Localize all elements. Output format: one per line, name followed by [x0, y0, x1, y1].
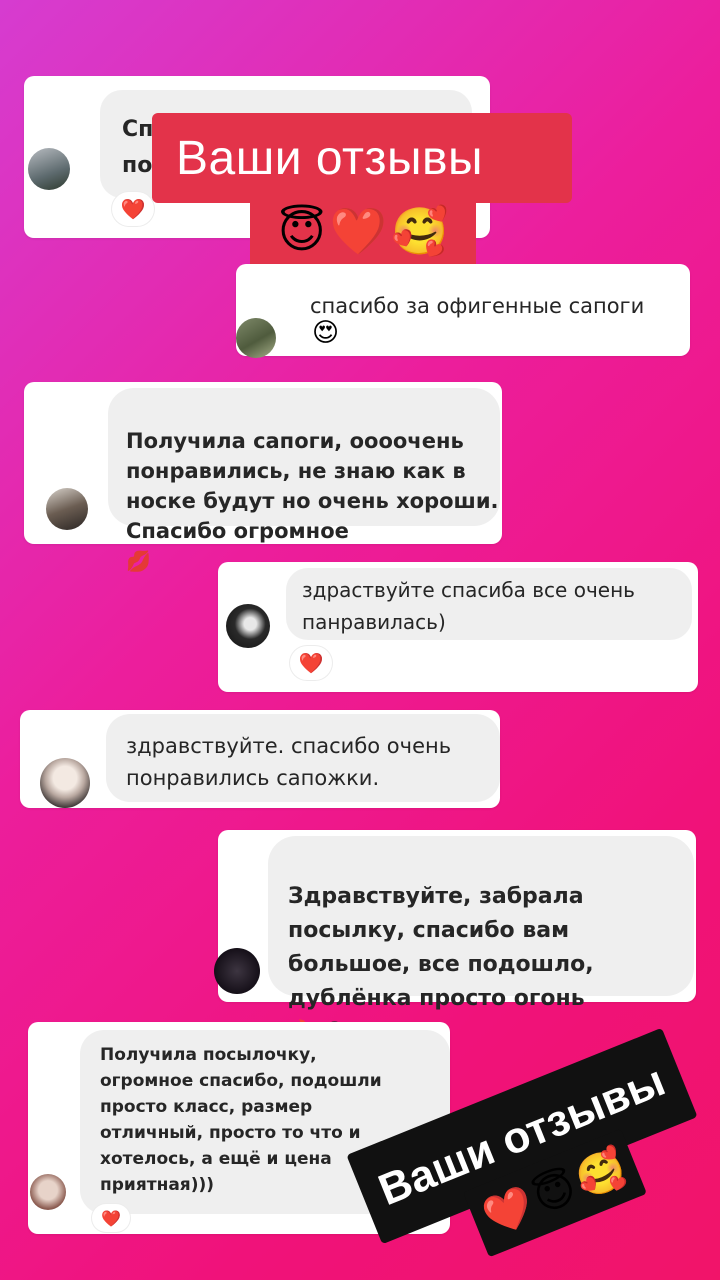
heart-reaction[interactable]: ❤️	[290, 646, 332, 680]
message-text: Здравствуйте, забрала посылку, спасибо в…	[288, 846, 594, 1050]
heart-icon: ❤️	[120, 197, 146, 221]
heart-icon: ❤️	[101, 1208, 121, 1228]
avatar[interactable]	[46, 488, 88, 530]
heart-emoji-icon: ❤️	[329, 204, 387, 258]
smiling-hearts-emoji-icon: 🥰	[569, 1143, 633, 1206]
message-text: спасибо за офигенные сапоги	[310, 294, 645, 318]
angel-emoji-icon: 😇	[277, 204, 326, 258]
heart-reaction[interactable]: ❤️	[112, 192, 154, 226]
review-card: Здравствуйте, забрала посылку, спасибо в…	[214, 830, 696, 1044]
message-text: Получила сапоги, оооочень понравились, н…	[126, 396, 499, 576]
message-text: Получила посылочку, огромное спасибо, по…	[100, 1045, 382, 1195]
sticker-title-text: Ваши отзывы	[176, 131, 483, 185]
review-card: спасибо за офигенные сапоги 😍	[236, 264, 690, 358]
kiss-emoji-icon: 💋	[126, 549, 151, 573]
message-text: Сп по	[122, 117, 154, 178]
message-text-body: Получила сапоги, оооочень понравились, н…	[126, 429, 499, 543]
smiling-hearts-emoji-icon: 🥰	[390, 204, 449, 258]
avatar[interactable]	[40, 758, 90, 808]
sticker-title: Ваши отзывы	[152, 113, 572, 203]
avatar[interactable]	[28, 148, 70, 190]
review-card: Получила сапоги, оооочень понравились, н…	[24, 382, 502, 571]
avatar[interactable]	[226, 604, 270, 648]
heart-eyes-emoji-icon: 😍	[312, 318, 340, 348]
sticker-emoji-row: 😇 ❤️ 🥰	[250, 192, 476, 270]
avatar[interactable]	[30, 1174, 66, 1210]
heart-reaction[interactable]: ❤️	[92, 1204, 130, 1232]
message-text-body: Здравствуйте, забрала посылку, спасибо в…	[288, 884, 594, 1011]
message-text: здраствуйте спасиба все очень панравилас…	[302, 578, 635, 634]
avatar[interactable]	[214, 948, 260, 994]
heart-emoji-icon: ❤️	[477, 1180, 541, 1243]
review-card: здравствуйте. спасибо очень понравились …	[20, 710, 500, 808]
avatar[interactable]	[236, 318, 276, 358]
message-text: здравствуйте. спасибо очень понравились …	[126, 734, 452, 790]
heart-icon: ❤️	[298, 651, 324, 675]
review-card: здраствуйте спасиба все очень панравилас…	[218, 562, 698, 692]
